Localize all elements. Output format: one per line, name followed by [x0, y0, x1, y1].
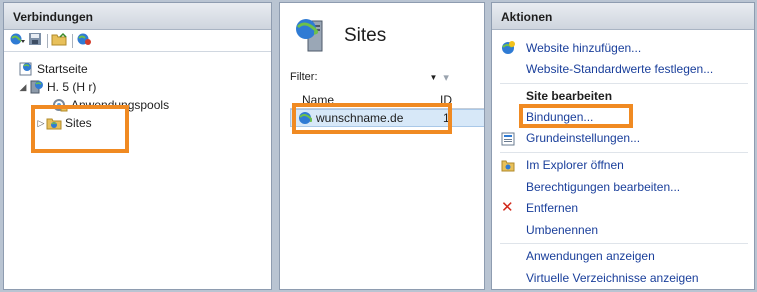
- settings-icon: [501, 132, 515, 146]
- connect-globe-icon[interactable]: [10, 32, 26, 49]
- server-icon: [30, 80, 43, 94]
- tree-label-server: H. 5 (H r): [47, 80, 97, 94]
- explorer-icon: [501, 160, 515, 172]
- tree-item-start-page[interactable]: Startseite: [18, 60, 88, 78]
- actions-header: Aktionen: [492, 3, 754, 30]
- funnel-icon[interactable]: ▾: [443, 71, 449, 84]
- sites-large-icon: [296, 19, 323, 52]
- connections-header: Verbindungen: [4, 3, 271, 30]
- remove-link[interactable]: Entfernen: [526, 201, 578, 215]
- add-website-link[interactable]: Website hinzufügen...: [526, 41, 641, 55]
- remove-icon: ✕: [501, 199, 514, 216]
- tree-item-server[interactable]: ◢ H. 5 (H r): [18, 78, 97, 96]
- save-icon[interactable]: [28, 32, 42, 49]
- edit-site-heading: Site bearbeiten: [526, 89, 613, 103]
- site-row-highlight-box: [292, 103, 452, 134]
- connections-panel: Verbindungen Startseite ◢ H. 5 (H r) Anw…: [3, 2, 272, 290]
- show-virtual-directories-link[interactable]: Virtuelle Verzeichnisse anzeigen: [526, 271, 699, 285]
- tree-label-start-page: Startseite: [37, 62, 88, 76]
- toolbar-separator: [47, 33, 48, 48]
- add-website-icon: [502, 41, 515, 54]
- filter-dropdown-icon[interactable]: ▼: [430, 73, 438, 82]
- filter-label: Filter:: [290, 71, 318, 83]
- filter-input[interactable]: [320, 69, 426, 85]
- toolbar-separator: [72, 33, 73, 48]
- connections-tree: Startseite ◢ H. 5 (H r) Anwendungspools …: [4, 52, 271, 130]
- show-applications-link[interactable]: Anwendungen anzeigen: [526, 249, 655, 263]
- page-title: Sites: [344, 25, 387, 46]
- actions-panel: Aktionen Website hinzufügen... Website-S…: [491, 2, 755, 290]
- folder-up-icon[interactable]: [51, 32, 67, 49]
- collapse-arrow-icon[interactable]: ◢: [18, 82, 28, 93]
- sites-panel: Sites Filter: ▼ ▾ Name ID wunschname.de …: [279, 2, 485, 290]
- open-explorer-link[interactable]: Im Explorer öffnen: [526, 158, 624, 172]
- filter-bar: Filter: ▼ ▾: [290, 67, 484, 87]
- edit-permissions-link[interactable]: Berechtigungen bearbeiten...: [526, 180, 680, 194]
- start-page-icon: [19, 62, 32, 76]
- connections-toolbar: [4, 30, 271, 52]
- sites-highlight-box: [31, 105, 129, 153]
- disconnect-icon[interactable]: [76, 32, 92, 49]
- bindings-highlight-box: [519, 104, 633, 128]
- divider: [500, 152, 748, 153]
- divider: [500, 243, 748, 244]
- website-defaults-link[interactable]: Website-Standardwerte festlegen...: [526, 62, 713, 76]
- divider: [500, 83, 748, 84]
- basic-settings-link[interactable]: Grundeinstellungen...: [526, 131, 640, 145]
- rename-link[interactable]: Umbenennen: [526, 223, 598, 237]
